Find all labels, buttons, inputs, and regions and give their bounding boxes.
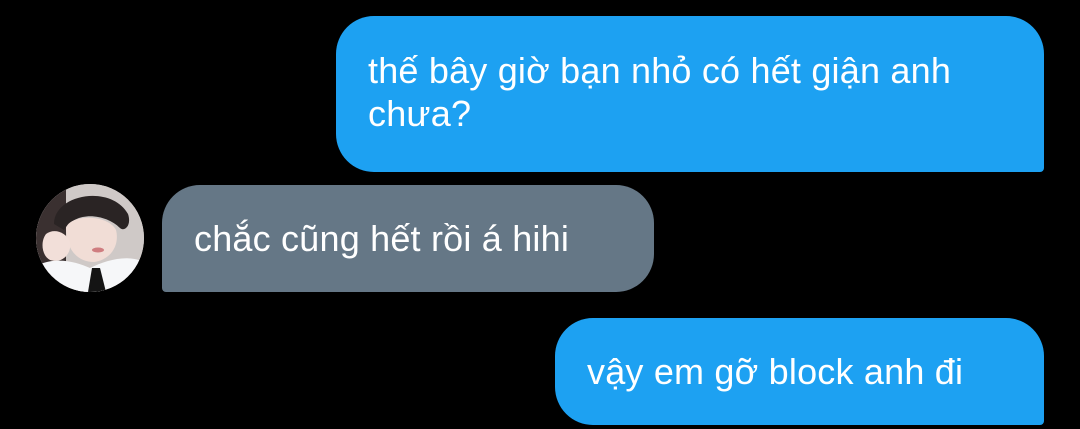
message-bubble-outgoing[interactable]: thế bây giờ bạn nhỏ có hết giận anh chưa… [336,16,1044,172]
message-bubble-incoming[interactable]: chắc cũng hết rồi á hihi [162,185,654,292]
avatar-photo-icon [36,184,144,292]
message-text: thế bây giờ bạn nhỏ có hết giận anh chưa… [368,50,952,134]
message-bubble-outgoing[interactable]: vậy em gỡ block anh đi [555,318,1044,425]
message-text: chắc cũng hết rồi á hihi [194,218,570,259]
avatar[interactable] [36,184,144,292]
message-text: vậy em gỡ block anh đi [587,351,964,392]
